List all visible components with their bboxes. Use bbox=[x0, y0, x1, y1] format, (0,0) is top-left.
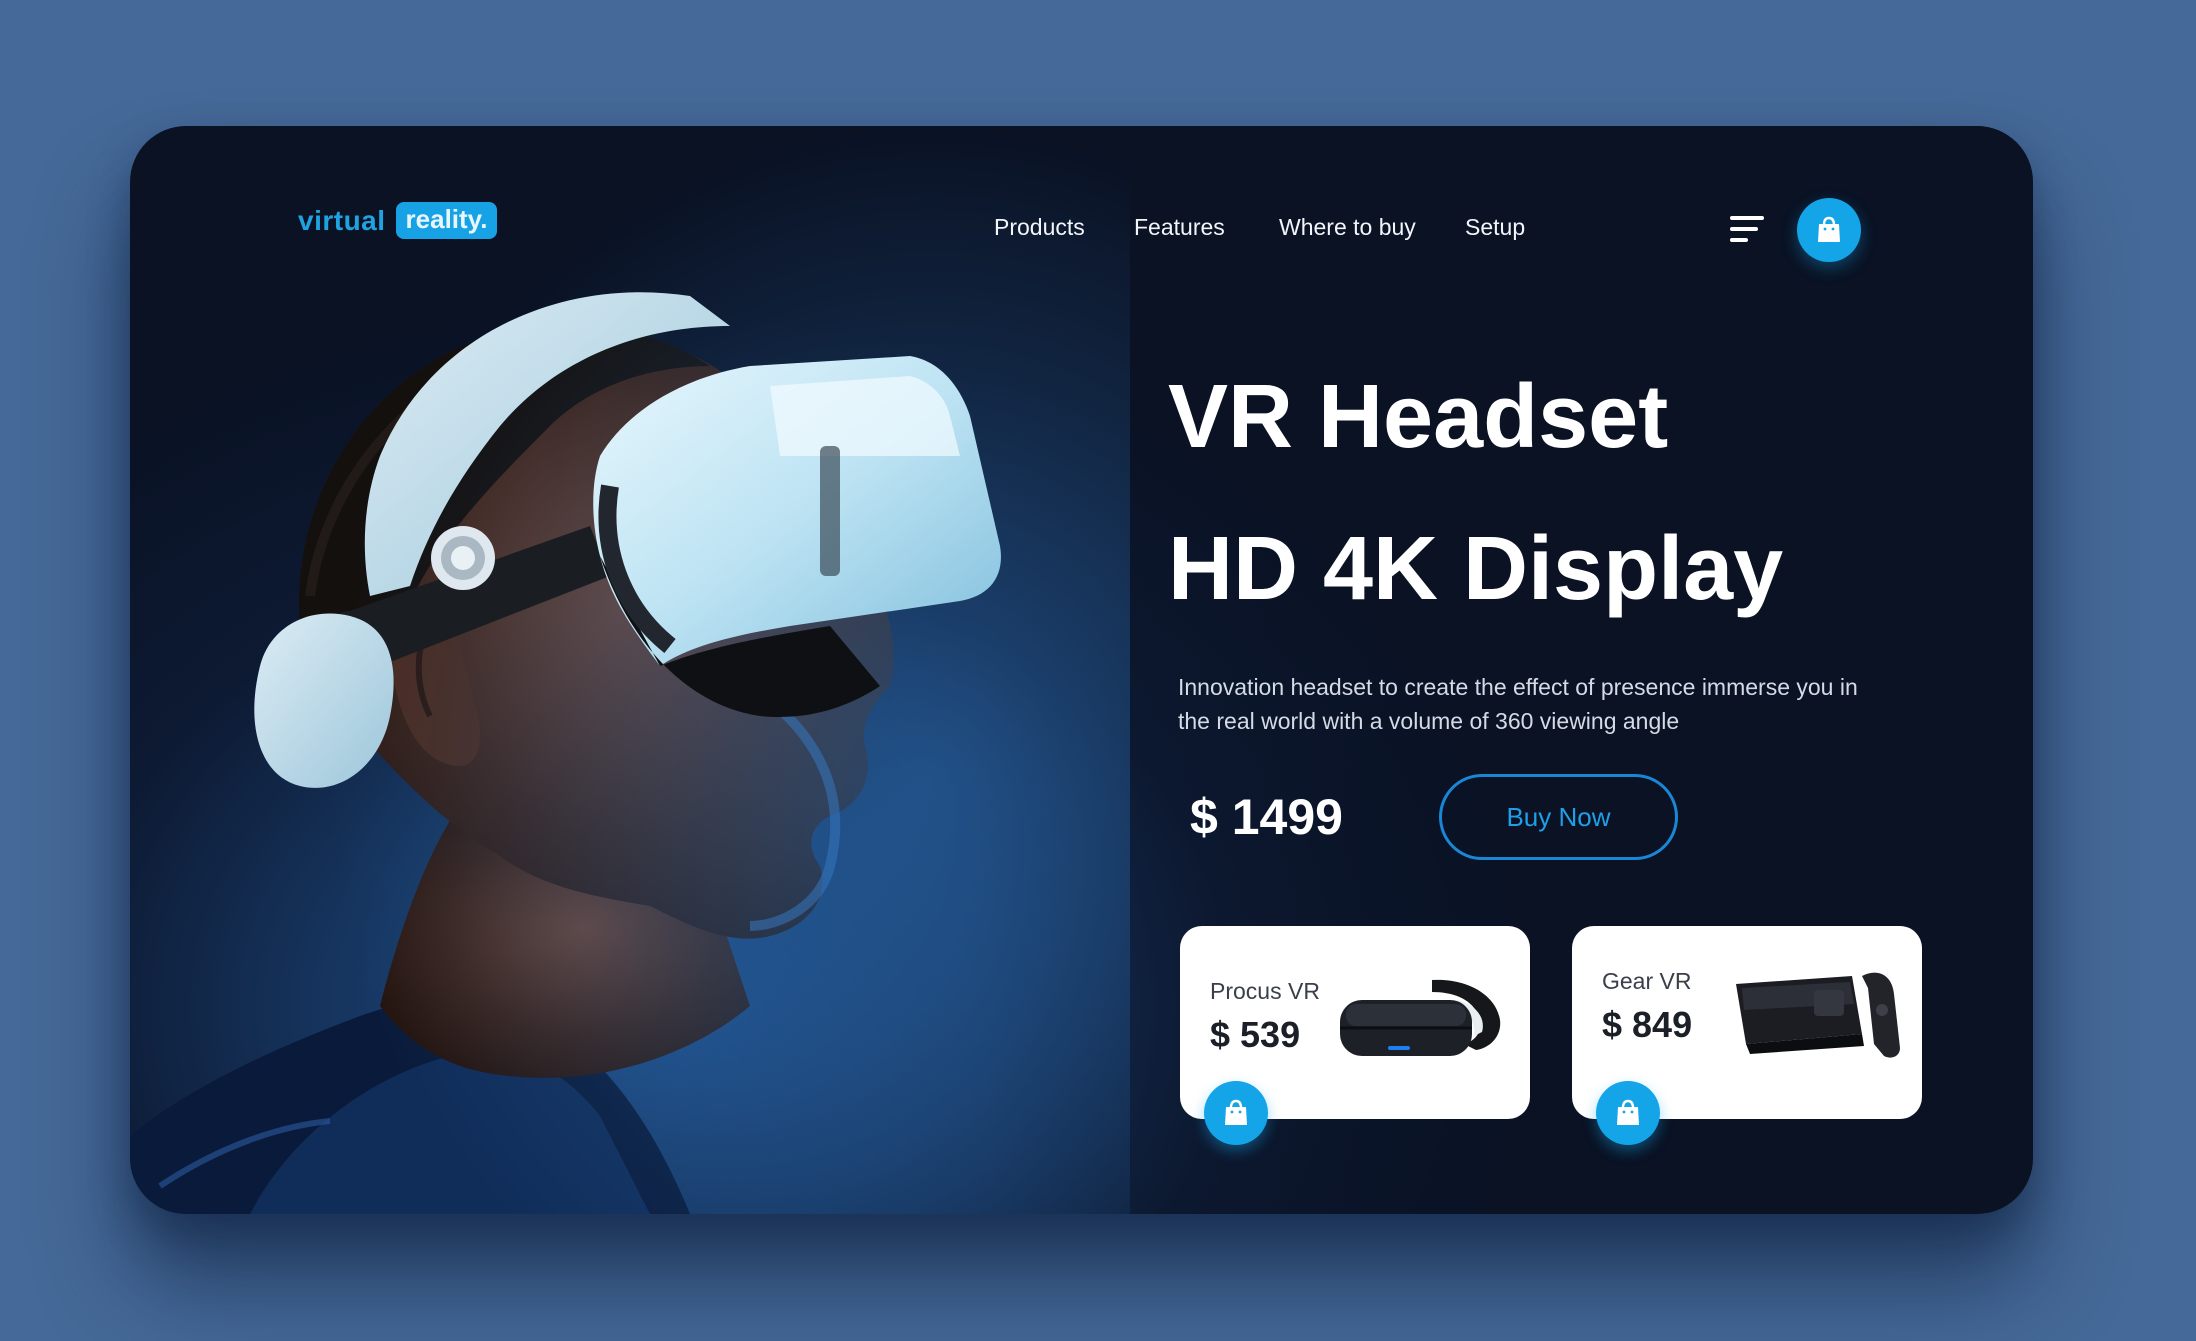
landing-card: virtual reality. Products Features Where… bbox=[130, 126, 2033, 1214]
nav-item-setup[interactable]: Setup bbox=[1465, 214, 1525, 241]
hero-person-with-vr-headset bbox=[130, 126, 1130, 1214]
procus-vr-headset-image bbox=[1340, 979, 1501, 1056]
cart-button[interactable] bbox=[1797, 198, 1861, 262]
gear-vr-headset-image bbox=[1736, 972, 1900, 1058]
hero-title-line-1: VR Headset bbox=[1168, 367, 1669, 467]
hero-description: Innovation headset to create the effect … bbox=[1178, 674, 1858, 734]
product-name: Procus VR bbox=[1210, 978, 1320, 1004]
product-price: $ 539 bbox=[1210, 1014, 1301, 1055]
shopping-bag-icon bbox=[1225, 1099, 1247, 1125]
product-cart-button[interactable] bbox=[1596, 1081, 1660, 1145]
logo-pill: reality. bbox=[395, 202, 498, 239]
logo-word: virtual bbox=[298, 204, 386, 236]
product-name: Gear VR bbox=[1602, 968, 1692, 994]
product-cart-button[interactable] bbox=[1204, 1081, 1268, 1145]
shopping-bag-icon bbox=[1617, 1099, 1639, 1125]
nav-item-where-to-buy[interactable]: Where to buy bbox=[1279, 214, 1416, 241]
buy-now-button[interactable]: Buy Now bbox=[1439, 774, 1678, 860]
hero-title-line-2: HD 4K Display bbox=[1168, 519, 1784, 619]
hero-price: $ 1499 bbox=[1190, 789, 1343, 845]
menu-lines-icon[interactable] bbox=[1730, 216, 1770, 246]
shopping-bag-icon bbox=[1818, 216, 1840, 242]
brand-logo[interactable]: virtual reality. bbox=[298, 202, 498, 239]
product-card-gear-vr[interactable]: Gear VR $ 849 bbox=[1572, 926, 1922, 1145]
product-price: $ 849 bbox=[1602, 1004, 1693, 1045]
product-card-procus-vr[interactable]: Procus VR $ 539 bbox=[1180, 926, 1530, 1145]
nav-item-features[interactable]: Features bbox=[1134, 214, 1225, 241]
nav-item-products[interactable]: Products bbox=[994, 214, 1085, 241]
